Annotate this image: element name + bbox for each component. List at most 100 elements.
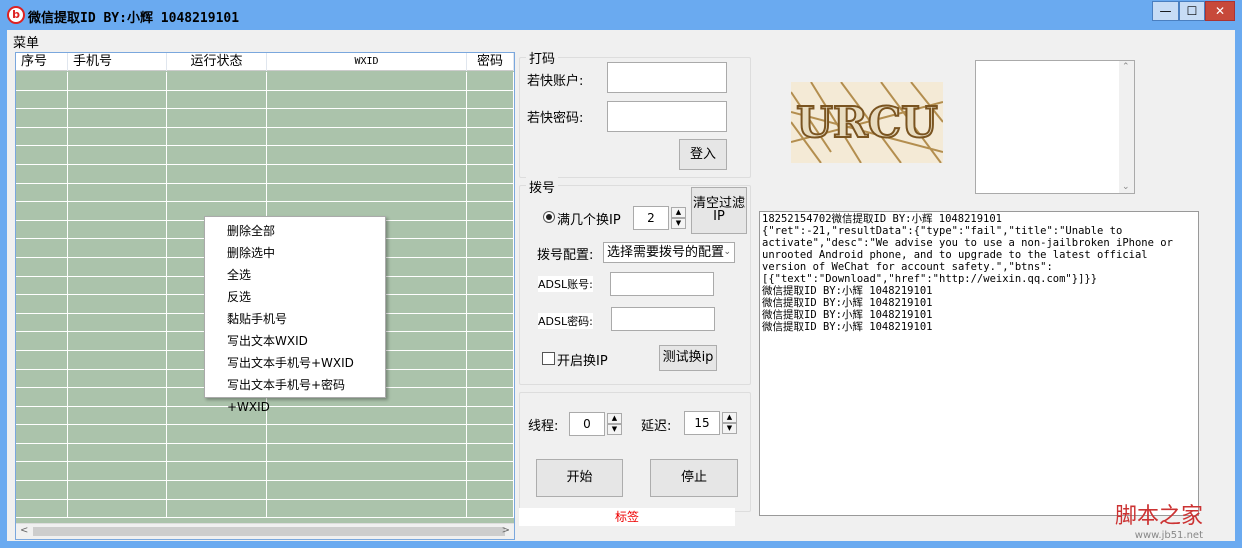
table-row[interactable]: [16, 90, 514, 110]
table-cell[interactable]: [467, 127, 514, 146]
table-cell[interactable]: [68, 202, 167, 220]
table-row[interactable]: [16, 109, 514, 128]
table-cell[interactable]: [16, 276, 68, 295]
table-cell[interactable]: [167, 462, 267, 481]
table-row[interactable]: [16, 425, 514, 444]
table-cell[interactable]: [68, 313, 167, 332]
menu-item-delete-all[interactable]: 删除全部: [205, 220, 385, 242]
table-cell[interactable]: [267, 146, 467, 164]
table-cell[interactable]: [68, 90, 167, 109]
table-cell[interactable]: [467, 406, 514, 425]
listbox-scrollbar[interactable]: ⌃ ⌄: [1119, 61, 1134, 193]
enable-ip-switch-checkbox[interactable]: [542, 352, 555, 365]
table-cell[interactable]: [16, 164, 68, 183]
table-cell[interactable]: [68, 295, 167, 313]
password-input[interactable]: [607, 101, 727, 132]
delay-input[interactable]: 15: [684, 411, 720, 435]
table-cell[interactable]: [467, 481, 514, 499]
table-cell[interactable]: [467, 220, 514, 239]
table-cell[interactable]: [16, 127, 68, 146]
table-cell[interactable]: [467, 146, 514, 164]
column-header-index[interactable]: 序号: [16, 53, 68, 71]
table-cell[interactable]: [167, 90, 267, 109]
login-button[interactable]: 登入: [679, 139, 727, 170]
scroll-right-icon[interactable]: >: [502, 525, 510, 536]
table-cell[interactable]: [167, 183, 267, 202]
table-cell[interactable]: [68, 127, 167, 146]
minimize-button[interactable]: —: [1152, 1, 1179, 21]
clear-filter-ip-button[interactable]: 清空过滤IP: [691, 187, 747, 234]
table-row[interactable]: [16, 146, 514, 165]
table-cell[interactable]: [267, 109, 467, 127]
table-cell[interactable]: [16, 481, 68, 499]
table-cell[interactable]: [16, 406, 68, 425]
scroll-left-icon[interactable]: <: [20, 525, 28, 536]
table-cell[interactable]: [68, 332, 167, 350]
table-cell[interactable]: [467, 313, 514, 332]
table-cell[interactable]: [68, 109, 167, 127]
table-cell[interactable]: [68, 481, 167, 499]
result-listbox[interactable]: ⌃ ⌄: [975, 60, 1135, 194]
delay-up-icon[interactable]: ▲: [722, 412, 737, 423]
menu-item-paste-phone[interactable]: 黏贴手机号: [205, 308, 385, 330]
table-cell[interactable]: [267, 127, 467, 146]
table-cell[interactable]: [467, 332, 514, 350]
table-cell[interactable]: [467, 239, 514, 257]
menu-main[interactable]: 菜单: [13, 32, 39, 51]
table-cell[interactable]: [167, 481, 267, 499]
table-cell[interactable]: [467, 164, 514, 183]
maximize-button[interactable]: ☐: [1179, 1, 1205, 21]
spin-down-icon[interactable]: ▼: [671, 218, 686, 229]
table-cell[interactable]: [267, 406, 467, 425]
table-cell[interactable]: [267, 481, 467, 499]
table-cell[interactable]: [68, 350, 167, 369]
column-header-phone[interactable]: 手机号: [68, 53, 167, 71]
table-cell[interactable]: [467, 369, 514, 388]
spin-up-icon[interactable]: ▲: [671, 207, 686, 218]
threads-up-icon[interactable]: ▲: [607, 413, 622, 424]
column-header-wxid[interactable]: WXID: [267, 53, 467, 71]
table-cell[interactable]: [267, 443, 467, 462]
stop-button[interactable]: 停止: [650, 459, 738, 497]
table-cell[interactable]: [467, 295, 514, 313]
table-cell[interactable]: [467, 202, 514, 220]
table-cell[interactable]: [467, 462, 514, 481]
adsl-account-input[interactable]: [610, 272, 714, 296]
table-cell[interactable]: [68, 257, 167, 276]
table-cell[interactable]: [68, 239, 167, 257]
column-header-status[interactable]: 运行状态: [167, 53, 267, 71]
table-cell[interactable]: [467, 257, 514, 276]
table-cell[interactable]: [16, 462, 68, 481]
table-cell[interactable]: [68, 164, 167, 183]
table-cell[interactable]: [167, 146, 267, 164]
delay-down-icon[interactable]: ▼: [722, 423, 737, 434]
table-row[interactable]: [16, 443, 514, 463]
table-cell[interactable]: [16, 313, 68, 332]
table-cell[interactable]: [267, 183, 467, 202]
table-cell[interactable]: [167, 164, 267, 183]
test-ip-switch-button[interactable]: 测试换ip: [659, 345, 717, 371]
table-cell[interactable]: [68, 425, 167, 443]
table-cell[interactable]: [68, 183, 167, 202]
table-cell[interactable]: [68, 499, 167, 518]
table-cell[interactable]: [167, 109, 267, 127]
menu-item-select-all[interactable]: 全选: [205, 264, 385, 286]
menu-item-export-phone-wxid[interactable]: 写出文本手机号+WXID: [205, 352, 385, 374]
table-cell[interactable]: [267, 164, 467, 183]
table-cell[interactable]: [467, 90, 514, 109]
table-cell[interactable]: [68, 462, 167, 481]
table-row[interactable]: [16, 481, 514, 500]
table-cell[interactable]: [16, 239, 68, 257]
table-cell[interactable]: [16, 202, 68, 220]
table-row[interactable]: [16, 164, 514, 184]
ip-count-input[interactable]: 2: [633, 206, 669, 230]
table-cell[interactable]: [16, 220, 68, 239]
table-cell[interactable]: [68, 443, 167, 462]
table-cell[interactable]: [16, 369, 68, 388]
table-cell[interactable]: [267, 499, 467, 518]
table-cell[interactable]: [16, 425, 68, 443]
table-row[interactable]: [16, 462, 514, 482]
table-cell[interactable]: [16, 295, 68, 313]
table-cell[interactable]: [68, 220, 167, 239]
table-cell[interactable]: [467, 425, 514, 443]
